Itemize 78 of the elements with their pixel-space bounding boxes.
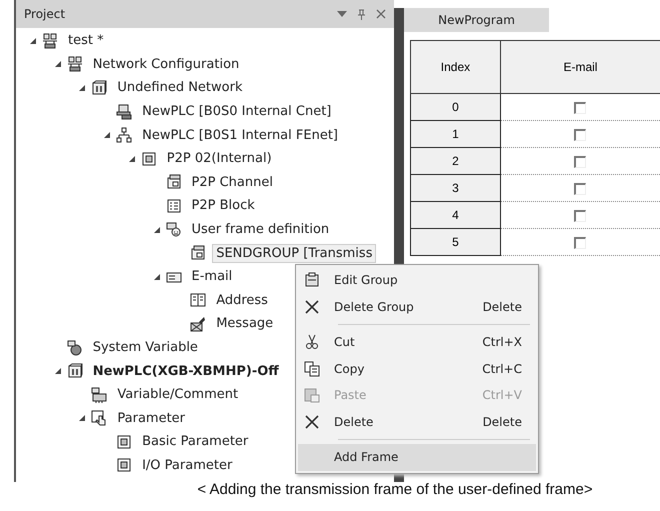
serial-icon [116, 104, 132, 120]
email-checkbox[interactable] [574, 210, 586, 222]
hand-icon [91, 410, 108, 426]
expand-arrow-icon[interactable] [77, 82, 88, 93]
row-index: 3 [410, 174, 500, 202]
expand-arrow-icon[interactable] [52, 59, 63, 70]
figure-caption: < Adding the transmission frame of the user-defined frame> [197, 481, 593, 498]
close-icon[interactable] [376, 9, 386, 19]
menu-item[interactable]: Delete Delete [298, 408, 536, 435]
email-checkbox[interactable] [574, 182, 586, 195]
expand-arrow-icon[interactable] [28, 36, 38, 46]
expand-arrow-icon[interactable] [52, 366, 63, 376]
pin-icon[interactable] [357, 8, 366, 20]
tree-item[interactable]: P2P 02(Internal) [162, 149, 276, 168]
expand-arrow-icon[interactable] [102, 130, 112, 140]
tree-item[interactable]: Message [212, 314, 278, 334]
frame-icon [116, 457, 132, 474]
tree-item[interactable]: SENDGROUP [Transmiss [212, 244, 376, 263]
box-icon [66, 363, 83, 380]
menu-item[interactable]: Delete Group Delete [298, 294, 536, 320]
window-icon [190, 245, 206, 262]
user-icon [166, 222, 182, 238]
scissors-icon [304, 334, 320, 350]
tree-item[interactable]: P2P Channel [188, 172, 277, 192]
expand-arrow-icon[interactable] [77, 413, 88, 424]
frame-icon [140, 150, 157, 167]
row-index: 0 [410, 94, 500, 120]
tree-item[interactable]: User frame definition [188, 220, 334, 240]
project-icon [42, 32, 58, 49]
email-checkbox[interactable] [574, 128, 586, 141]
menu-item[interactable]: Copy Ctrl+C [298, 356, 536, 382]
close-icon [304, 414, 320, 430]
tree-item[interactable]: Address [212, 290, 272, 310]
tree-item[interactable]: Variable/Comment [113, 385, 242, 404]
tree-item[interactable]: I/O Parameter [138, 456, 236, 475]
tree-item[interactable]: test * [64, 31, 108, 50]
frame-icon [116, 434, 132, 450]
variable-icon [91, 386, 108, 403]
book-icon [190, 292, 206, 308]
copy-icon [304, 360, 320, 377]
email-checkbox[interactable] [574, 102, 586, 114]
row-index: 5 [410, 228, 500, 256]
column-header: E-mail [500, 40, 660, 94]
ethernet-icon [116, 127, 132, 144]
message-icon [190, 316, 206, 332]
tree-item[interactable]: System Variable [88, 338, 202, 358]
row-index: 4 [410, 202, 500, 228]
tree-item[interactable]: Network Configuration [88, 54, 244, 74]
tree-item[interactable]: NewPLC [B0S0 Internal Cnet] [138, 102, 336, 122]
row-index: 1 [410, 120, 500, 148]
menu-item[interactable]: Cut Ctrl+X [298, 329, 536, 356]
editor-tab[interactable]: NewProgram [404, 8, 549, 32]
column-header: Index [410, 40, 500, 94]
panel-title: Project [24, 7, 66, 21]
expand-arrow-icon[interactable] [126, 154, 137, 164]
dropdown-icon[interactable] [337, 11, 347, 17]
tree-item[interactable]: Basic Parameter [138, 432, 252, 452]
tree-item[interactable]: P2P Block [188, 196, 259, 216]
email-checkbox[interactable] [574, 156, 586, 168]
window-icon [166, 174, 182, 190]
tree-item[interactable]: E-mail [188, 267, 236, 286]
tree-item[interactable]: Parameter [113, 408, 190, 428]
box-icon [91, 80, 108, 96]
menu-item[interactable]: Add Frame [298, 444, 536, 470]
project-icon [66, 56, 83, 72]
row-index: 2 [410, 148, 500, 174]
clipboard-icon [304, 272, 320, 288]
close-icon [304, 298, 320, 315]
globe-icon [66, 340, 83, 356]
tree-item[interactable]: NewPLC [B0S1 Internal FEnet] [138, 126, 342, 145]
email-checkbox[interactable] [574, 236, 586, 249]
expand-arrow-icon[interactable] [152, 272, 162, 282]
expand-arrow-icon[interactable] [152, 224, 162, 235]
tree-item[interactable]: Undefined Network [113, 78, 246, 98]
tree-item[interactable]: NewPLC(XGB-XBMHP)-Off [88, 362, 283, 381]
paste-icon [304, 387, 320, 404]
list-icon [166, 198, 182, 214]
menu-item[interactable]: Edit Group [298, 267, 536, 294]
